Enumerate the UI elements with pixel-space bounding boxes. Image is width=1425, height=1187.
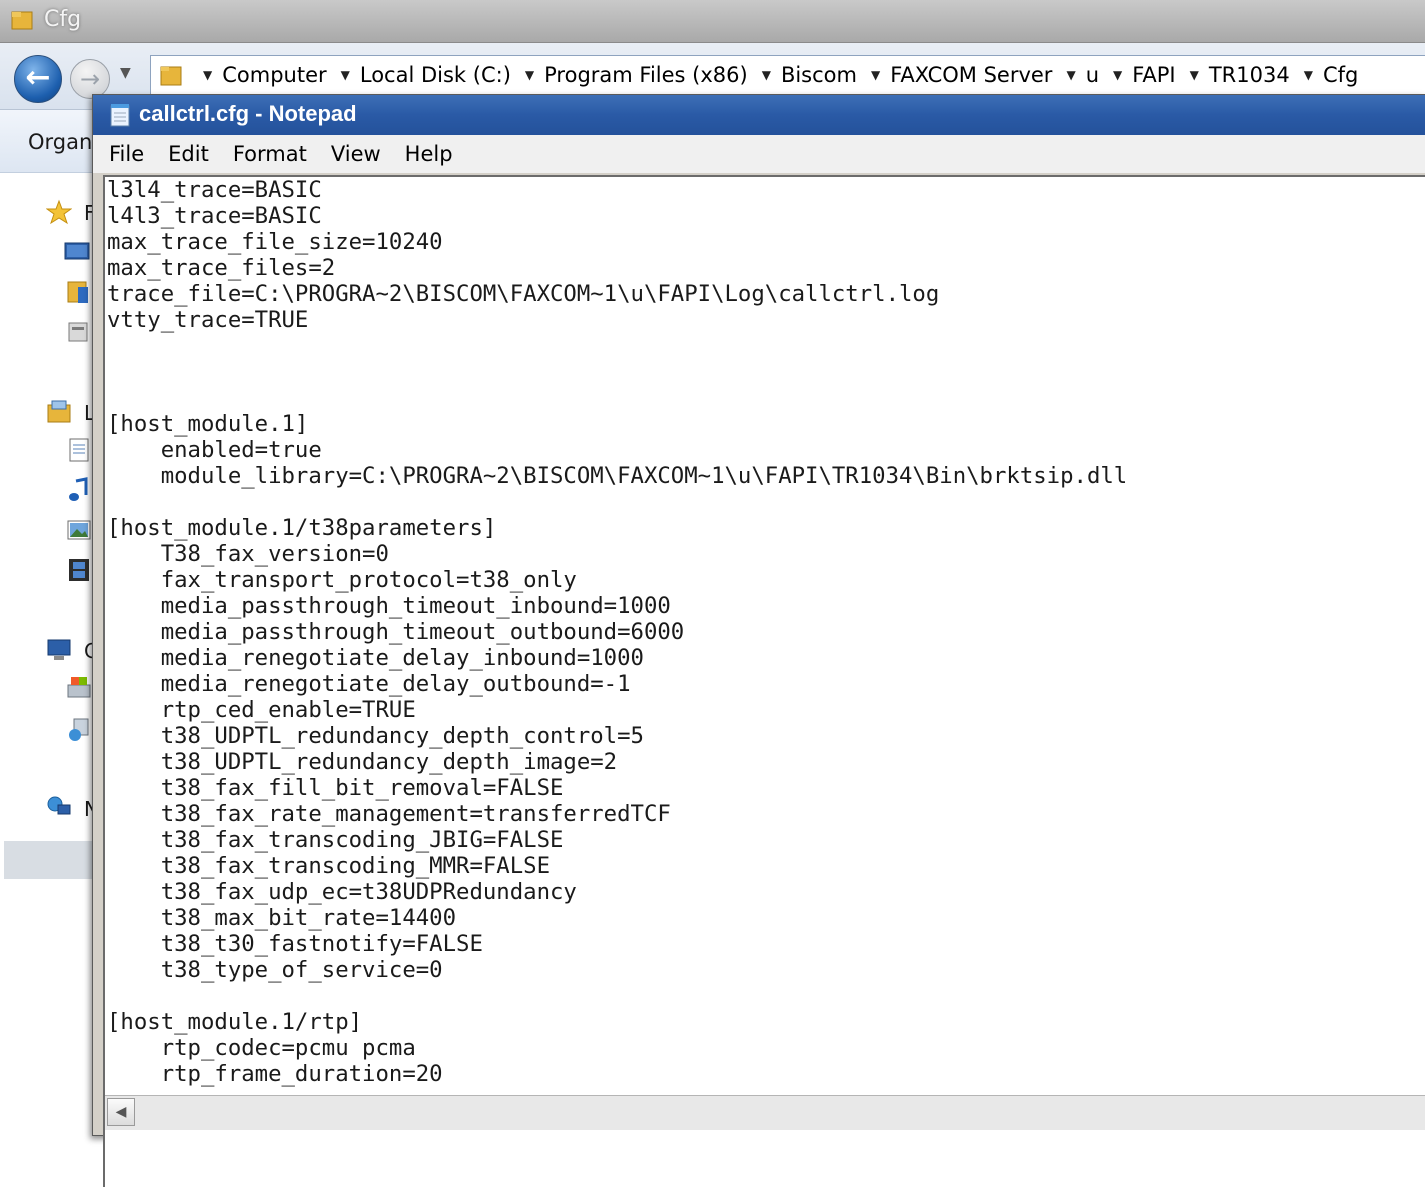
recent-pages-chevron-icon[interactable]: ▼ <box>120 65 131 81</box>
horizontal-scrollbar[interactable]: ◀ <box>105 1095 1425 1130</box>
breadcrumb-tr1034[interactable]: ▼ TR1034 <box>1176 63 1290 87</box>
breadcrumb-computer[interactable]: ▼ Computer <box>189 63 327 87</box>
network-drive-icon[interactable] <box>66 717 92 743</box>
sidebar-selected-item-highlight[interactable] <box>4 841 96 879</box>
computer-icon[interactable] <box>46 637 72 663</box>
text-line[interactable]: vtty_trace=TRUE <box>107 307 1425 333</box>
navigation-pane: F L C <box>0 173 99 1144</box>
notepad-title-bar[interactable]: callctrl.cfg - Notepad <box>93 95 1425 135</box>
desktop-icon[interactable] <box>64 239 90 265</box>
text-line[interactable]: rtp_ced_enable=TRUE <box>107 697 1425 723</box>
text-line[interactable]: media_renegotiate_delay_inbound=1000 <box>107 645 1425 671</box>
file-content[interactable]: l3l4_trace=BASIC l4l3_trace=BASIC max_trac… <box>105 177 1425 1087</box>
text-line[interactable] <box>107 359 1425 385</box>
text-line[interactable]: rtp_frame_duration=20 <box>107 1061 1425 1087</box>
breadcrumb-program-files[interactable]: ▼ Program Files (x86) <box>511 63 748 87</box>
menu-file[interactable]: File <box>109 140 144 168</box>
text-line[interactable] <box>107 333 1425 359</box>
documents-icon[interactable] <box>66 437 92 463</box>
text-line[interactable]: media_renegotiate_delay_outbound=-1 <box>107 671 1425 697</box>
breadcrumb-separator-icon[interactable]: ▼ <box>762 68 771 82</box>
text-line[interactable]: rtp_codec=pcmu pcma <box>107 1035 1425 1061</box>
notepad-menu-bar: File Edit Format View Help <box>93 135 1425 173</box>
breadcrumb-separator-icon[interactable]: ▼ <box>1304 68 1313 82</box>
breadcrumb-faxcom-server[interactable]: ▼ FAXCOM Server <box>857 63 1052 87</box>
text-line[interactable]: t38_fax_transcoding_JBIG=FALSE <box>107 827 1425 853</box>
text-line[interactable]: [host_module.1/rtp] <box>107 1009 1425 1035</box>
text-line[interactable]: t38_t30_fastnotify=FALSE <box>107 931 1425 957</box>
text-line[interactable]: l4l3_trace=BASIC <box>107 203 1425 229</box>
breadcrumb-separator-icon[interactable]: ▼ <box>341 68 350 82</box>
text-line[interactable]: t38_UDPTL_redundancy_depth_image=2 <box>107 749 1425 775</box>
menu-help[interactable]: Help <box>405 140 453 168</box>
notepad-window-title: callctrl.cfg - Notepad <box>139 101 357 126</box>
address-bar[interactable]: ▼ Computer ▼ Local Disk (C:) ▼ Program File… <box>150 55 1425 95</box>
text-line[interactable]: [host_module.1] <box>107 411 1425 437</box>
menu-format[interactable]: Format <box>233 140 307 168</box>
organize-menu-button[interactable]: Organi <box>28 130 98 154</box>
breadcrumb-separator-icon[interactable]: ▼ <box>871 68 880 82</box>
menu-edit[interactable]: Edit <box>168 140 209 168</box>
text-line[interactable]: max_trace_files=2 <box>107 255 1425 281</box>
text-line[interactable] <box>107 983 1425 1009</box>
text-line[interactable]: t38_fax_transcoding_MMR=FALSE <box>107 853 1425 879</box>
downloads-folder-icon[interactable] <box>66 279 92 305</box>
forward-button[interactable]: → <box>70 59 110 99</box>
breadcrumb-u[interactable]: ▼ u <box>1052 63 1099 87</box>
menu-view[interactable]: View <box>331 140 381 168</box>
breadcrumb-fapi[interactable]: ▼ FAPI <box>1099 63 1176 87</box>
breadcrumb-local-disk[interactable]: ▼ Local Disk (C:) <box>327 63 511 87</box>
pictures-icon[interactable] <box>66 517 92 543</box>
notepad-window: callctrl.cfg - Notepad File Edit Format … <box>92 94 1425 1187</box>
scroll-left-arrow-icon[interactable]: ◀ <box>107 1098 135 1126</box>
network-icon[interactable] <box>46 795 72 821</box>
explorer-title-bar: Cfg <box>0 0 1425 43</box>
recent-places-icon[interactable] <box>66 319 92 345</box>
text-line[interactable]: media_passthrough_timeout_inbound=1000 <box>107 593 1425 619</box>
text-line[interactable]: module_library=C:\PROGRA~2\BISCOM\FAXCOM… <box>107 463 1425 489</box>
text-line[interactable]: trace_file=C:\PROGRA~2\BISCOM\FAXCOM~1\u… <box>107 281 1425 307</box>
text-line[interactable] <box>107 385 1425 411</box>
libraries-icon[interactable] <box>46 399 72 425</box>
text-line[interactable]: T38_fax_version=0 <box>107 541 1425 567</box>
text-line[interactable]: max_trace_file_size=10240 <box>107 229 1425 255</box>
back-button[interactable]: ← <box>14 55 62 103</box>
text-line[interactable]: t38_fax_rate_management=transferredTCF <box>107 801 1425 827</box>
breadcrumb-cfg[interactable]: ▼ Cfg <box>1290 63 1359 87</box>
address-folder-icon <box>160 66 182 86</box>
breadcrumb-separator-icon[interactable]: ▼ <box>525 68 534 82</box>
videos-icon[interactable] <box>66 557 92 583</box>
breadcrumb-separator-icon[interactable]: ▼ <box>1190 68 1199 82</box>
text-line[interactable]: l3l4_trace=BASIC <box>107 177 1425 203</box>
text-line[interactable]: t38_max_bit_rate=14400 <box>107 905 1425 931</box>
breadcrumb-separator-icon[interactable]: ▼ <box>203 68 212 82</box>
text-line[interactable]: t38_fax_udp_ec=t38UDPRedundancy <box>107 879 1425 905</box>
explorer-window-title: Cfg <box>44 7 82 32</box>
text-line[interactable]: enabled=true <box>107 437 1425 463</box>
text-line[interactable]: [host_module.1/t38parameters] <box>107 515 1425 541</box>
favorites-star-icon[interactable] <box>46 199 72 225</box>
folder-icon <box>11 11 33 30</box>
text-line[interactable]: t38_type_of_service=0 <box>107 957 1425 983</box>
music-icon[interactable] <box>66 477 92 503</box>
notepad-text-area[interactable]: l3l4_trace=BASIC l4l3_trace=BASIC max_trac… <box>103 175 1425 1187</box>
notepad-icon <box>110 104 130 127</box>
breadcrumb-separator-icon[interactable]: ▼ <box>1066 68 1075 82</box>
breadcrumb-separator-icon[interactable]: ▼ <box>1113 68 1122 82</box>
text-line[interactable]: t38_fax_fill_bit_removal=FALSE <box>107 775 1425 801</box>
breadcrumb-biscom[interactable]: ▼ Biscom <box>748 63 857 87</box>
text-line[interactable]: t38_UDPTL_redundancy_depth_control=5 <box>107 723 1425 749</box>
local-disk-icon[interactable] <box>66 675 92 701</box>
text-line[interactable]: fax_transport_protocol=t38_only <box>107 567 1425 593</box>
text-line[interactable]: media_passthrough_timeout_outbound=6000 <box>107 619 1425 645</box>
text-line[interactable] <box>107 489 1425 515</box>
